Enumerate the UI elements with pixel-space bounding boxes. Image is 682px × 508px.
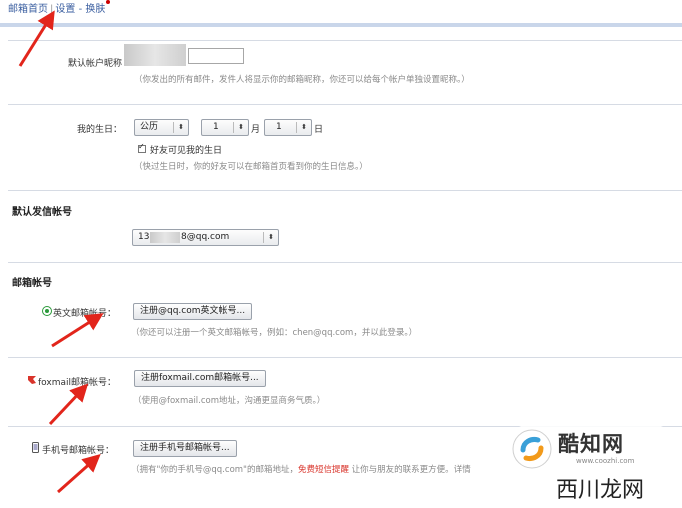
arrow-to-english-account [51,313,104,348]
watermark-url: www.coozhi.com [576,457,635,465]
watermark: 酷知网 www.coozhi.com 西川龙网 [506,424,676,508]
arrow-to-foxmail-account [48,383,89,426]
watermark-brand: 酷知网 [558,432,624,456]
arrow-to-mobile-account [57,454,101,494]
watermark-corner-text: 西川龙网 [556,478,645,503]
arrow-to-settings [18,10,55,67]
watermark-logo-icon [512,429,552,469]
